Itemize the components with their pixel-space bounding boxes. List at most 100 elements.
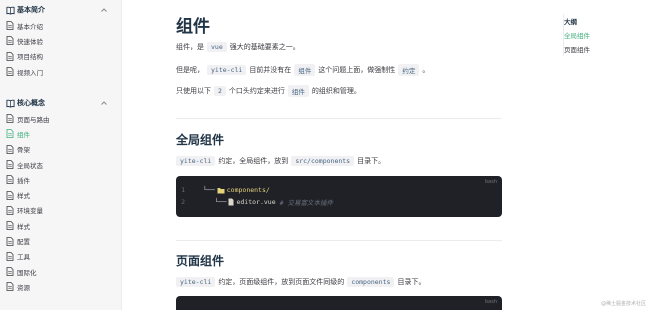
sidebar-group-basic: 基本简介 基本介绍 快速体验 项目结构 视频入门 — [0, 2, 121, 79]
text: 目录下。 — [357, 157, 386, 165]
sidebar-item-label: 页面与路由 — [17, 115, 50, 124]
inline-code: 约定 — [398, 64, 420, 76]
page-outline: 大纲 全局组件 页面组件 — [563, 14, 643, 56]
text: 约定，全局组件，放到 — [218, 157, 289, 165]
sidebar-item-label: 视频入门 — [17, 68, 43, 77]
code-line: 1 └── components/ — [176, 184, 270, 196]
inline-code: components — [347, 277, 395, 287]
text: 约定，页面级组件，放到页面文件同级的 — [218, 278, 345, 286]
outline-link-active[interactable]: 全局组件 — [564, 28, 643, 42]
inline-code: 组件 — [287, 85, 309, 97]
tree-branch: └── — [203, 198, 227, 206]
document-icon — [6, 51, 14, 61]
sidebar-item[interactable]: 环境变量 — [0, 203, 121, 218]
code-block-page[interactable]: bash — [176, 296, 502, 310]
document-icon — [6, 36, 14, 46]
inline-code: src/components — [291, 156, 355, 166]
section-heading-global: 全局组件 — [176, 133, 225, 147]
sidebar-item[interactable]: 国际化 — [0, 264, 121, 279]
sidebar-item[interactable]: 项目结构 — [0, 49, 121, 64]
text: 的组织和管理。 — [311, 87, 361, 95]
document-icon — [6, 175, 14, 185]
text: 目录下。 — [397, 278, 426, 286]
inline-code: vue — [207, 42, 227, 52]
text: 个口头约定来进行 — [228, 87, 285, 95]
line-number: 2 — [181, 198, 185, 206]
outline-link[interactable]: 页面组件 — [564, 42, 643, 56]
sidebar-item-label: 快速体验 — [17, 37, 43, 46]
code-language-label: bash — [484, 179, 497, 185]
folder-icon — [217, 187, 225, 193]
page-title: 组件 — [176, 17, 210, 37]
outline-title: 大纲 — [564, 18, 577, 26]
sidebar-item[interactable]: 工具 — [0, 249, 121, 264]
inline-code: yite-cli — [176, 277, 216, 287]
sidebar-group-core: 核心概念 页面与路由 组件 骨架 全局状态 插件 样式 环境变量 样式 配置 工… — [0, 95, 121, 295]
sidebar-item-label: 样式 — [17, 222, 30, 231]
sidebar-group-label: 核心概念 — [17, 99, 45, 107]
sidebar-item[interactable]: 骨架 — [0, 142, 121, 157]
document-icon — [6, 282, 14, 292]
chevron-up-icon[interactable] — [100, 6, 108, 14]
file-icon — [228, 198, 234, 206]
sidebar-item-label: 配置 — [17, 238, 30, 247]
tree-file-name: editor.vue — [236, 198, 276, 206]
section-heading-page: 页面组件 — [176, 254, 225, 268]
sidebar-item[interactable]: 视频入门 — [0, 64, 121, 79]
sidebar-item[interactable]: 配置 — [0, 233, 121, 248]
code-block-global[interactable]: bash 1 └── components/ 2 └── editor.vue … — [176, 176, 502, 217]
sidebar-item[interactable]: 插件 — [0, 172, 121, 187]
chevron-up-icon[interactable] — [100, 99, 108, 107]
code-line: 2 └── editor.vue # 交易富文本插件 — [176, 196, 333, 208]
inline-code: yite-cli — [207, 65, 247, 75]
sidebar-item[interactable]: 资源 — [0, 279, 121, 294]
divider — [176, 118, 502, 119]
tree-branch: └── — [203, 186, 215, 194]
text: 。 — [422, 66, 430, 74]
document-icon — [6, 67, 14, 76]
document-icon — [6, 114, 14, 124]
sidebar-item-label: 资源 — [17, 283, 30, 292]
sidebar-item-label: 全局状态 — [17, 161, 43, 170]
sidebar-item[interactable]: 样式 — [0, 187, 121, 202]
document-icon — [6, 221, 14, 231]
sidebar-group-label: 基本简介 — [17, 6, 45, 14]
sidebar-item[interactable]: 快速体验 — [0, 33, 121, 48]
sidebar-item-label: 工具 — [17, 253, 30, 262]
text: 但是呢， — [176, 66, 204, 74]
document-icon — [6, 267, 14, 277]
sidebar-item-active[interactable]: 组件 — [0, 126, 121, 141]
text: 组件，是 — [176, 43, 204, 51]
paragraph-global: yite-cli 约定，全局组件，放到 src/components 目录下。 — [176, 156, 385, 166]
sidebar-item-label: 组件 — [17, 130, 30, 139]
document-icon — [6, 251, 14, 261]
sidebar-item-label: 环境变量 — [17, 207, 43, 216]
sidebar-item[interactable]: 全局状态 — [0, 157, 121, 172]
document-icon — [6, 206, 14, 215]
inline-code: 组件 — [294, 64, 316, 76]
sidebar-item-label: 基本介绍 — [17, 22, 43, 31]
sidebar-item[interactable]: 基本介绍 — [0, 18, 121, 33]
sidebar-group-title[interactable]: 核心概念 — [0, 95, 121, 111]
sidebar-item[interactable]: 页面与路由 — [0, 111, 121, 126]
paragraph-intro: 组件，是 vue 强大的基础要素之一。 — [176, 42, 300, 52]
sidebar-group-title[interactable]: 基本简介 — [0, 2, 121, 18]
line-number: 1 — [181, 186, 185, 194]
paragraph-note: 但是呢， yite-cli 目前并没有在 组件 这个问题上面，做强制性 约定 。 — [176, 64, 429, 76]
sidebar-item-label: 样式 — [17, 192, 30, 201]
inline-code: yite-cli — [176, 156, 216, 166]
document-icon — [6, 160, 14, 169]
document-icon — [6, 190, 14, 200]
watermark: @稀土掘金技术社区 — [600, 301, 646, 307]
paragraph-page: yite-cli 约定，页面级组件，放到页面文件同级的 components 目… — [176, 277, 425, 287]
document-icon — [6, 236, 14, 246]
text: 目前并没有在 — [249, 66, 292, 74]
tree-folder-name: components/ — [226, 186, 270, 194]
text: 强大的基础要素之一。 — [229, 43, 300, 51]
code-comment: # 交易富文本插件 — [279, 199, 333, 207]
sidebar-item-label: 国际化 — [17, 268, 37, 277]
sidebar-item[interactable]: 样式 — [0, 218, 121, 233]
book-icon — [6, 99, 15, 108]
book-icon — [6, 6, 15, 15]
text: 这个问题上面，做强制性 — [318, 66, 396, 74]
